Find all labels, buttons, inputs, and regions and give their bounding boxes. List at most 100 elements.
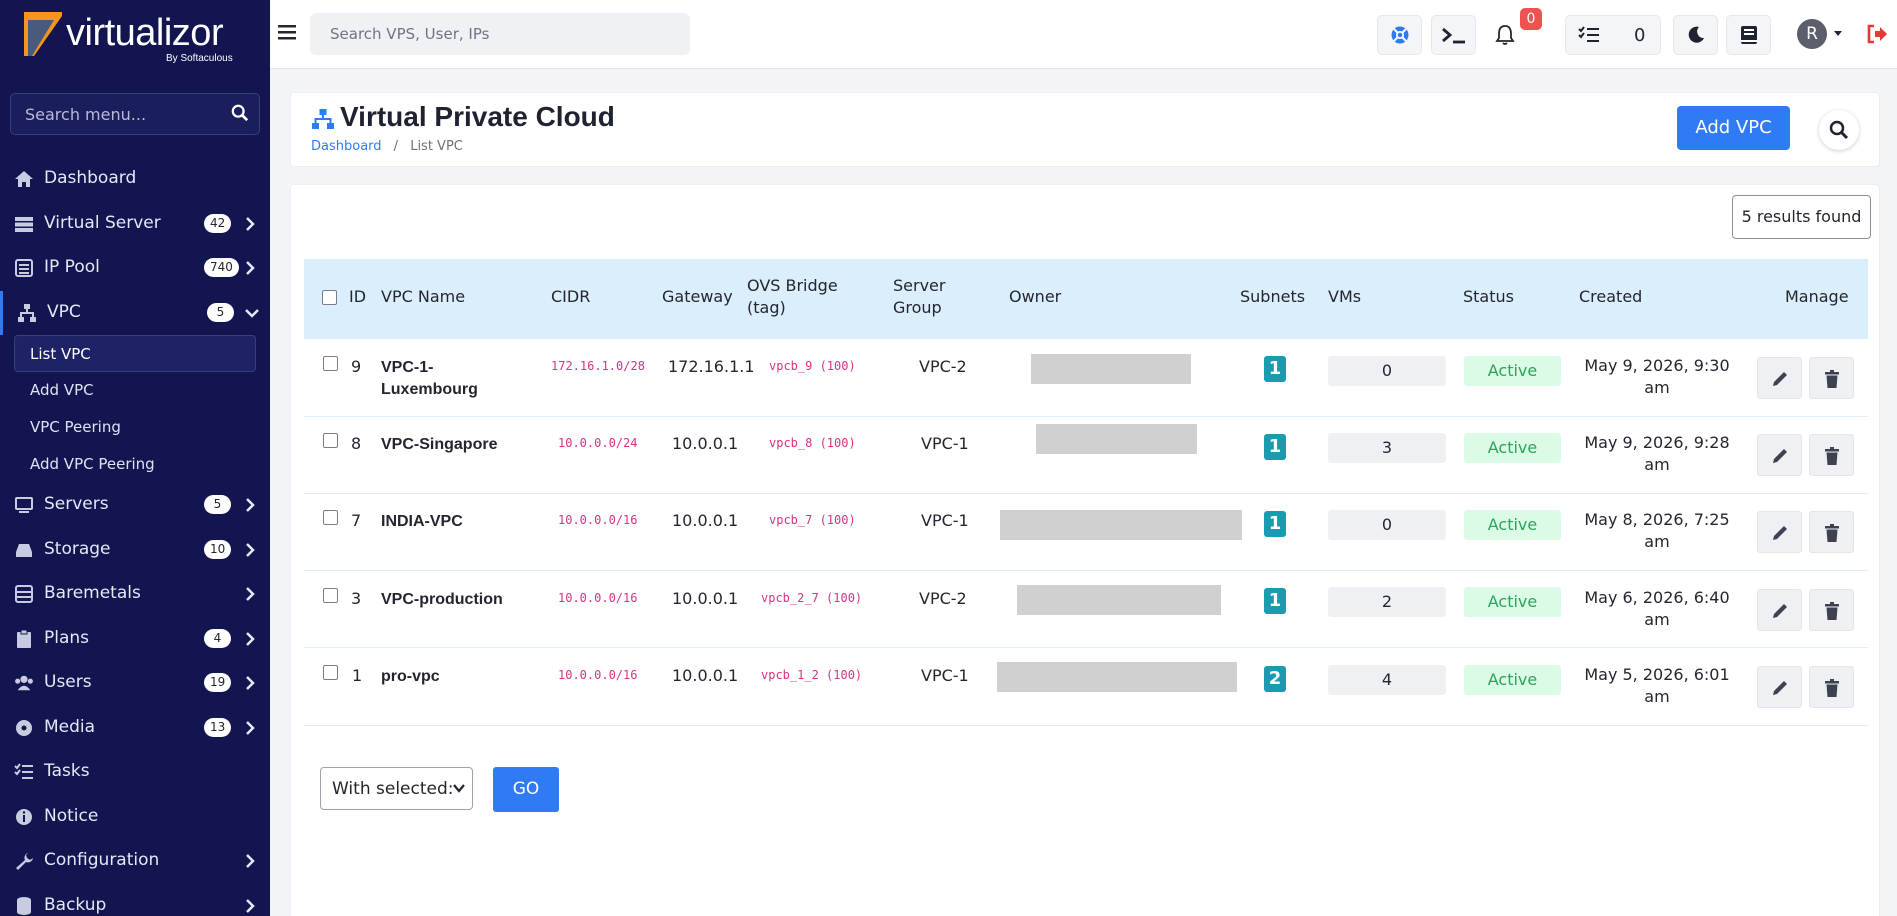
search-icon [231,104,249,122]
chevron-right-icon [246,898,255,913]
column-header-created[interactable]: Created [1579,286,1642,308]
logout-icon[interactable] [1866,24,1888,44]
vpc-name-line: pro-vpc [381,668,440,685]
terminal-icon [1442,27,1465,44]
vpc-name[interactable]: VPC-1- Luxembourg [381,357,478,401]
status-badge: Active [1464,433,1561,463]
sidebar-item-label: Dashboard [44,168,137,188]
sidebar-item-virtual-server[interactable]: Virtual Server 42 [0,202,270,247]
delete-button[interactable] [1809,357,1854,399]
ovs-bridge: vpcb_1_2 (100) [761,668,863,682]
subnets-badge: 1 [1264,356,1286,382]
caret-down-icon[interactable] [1834,31,1842,37]
server-group: VPC-2 [919,357,967,376]
sidebar-item-ip-pool[interactable]: IP Pool 740 [0,246,270,291]
sidebar-item-label: Baremetals [44,583,141,603]
column-header-cidr[interactable]: CIDR [551,286,590,308]
row-checkbox[interactable] [323,588,338,603]
sidebar-item-notice[interactable]: Notice [0,795,270,840]
column-header-id[interactable]: ID [349,286,366,308]
vpc-gateway: 172.16.1.1 [668,357,755,376]
edit-button[interactable] [1757,511,1802,553]
sidebar-item-label: Users [44,672,92,692]
logo-subtext: By Softaculous [166,53,233,64]
column-header-owner[interactable]: Owner [1009,286,1061,308]
vpc-cidr: 10.0.0.0/16 [558,591,638,605]
sidebar-subitem-add-vpc[interactable]: Add VPC [0,372,270,409]
vpc-cidr: 10.0.0.0/24 [558,436,638,450]
sidebar-item-media[interactable]: Media 13 [0,706,270,751]
sidebar-item-dashboard[interactable]: Dashboard [0,157,270,202]
sidebar-subitem-list-vpc[interactable]: List VPC [14,335,256,372]
column-header-status[interactable]: Status [1463,286,1514,308]
chevron-down-icon [245,308,259,318]
add-vpc-button[interactable]: Add VPC [1677,106,1790,150]
sidebar-subitem-add-vpc-peering[interactable]: Add VPC Peering [0,446,270,483]
hamburger-menu-icon[interactable] [278,24,296,40]
sidebar-item-plans[interactable]: Plans 4 [0,617,270,662]
sidebar-item-backup[interactable]: Backup [0,884,270,916]
sidebar-item-users[interactable]: Users 19 [0,661,270,706]
documentation-button[interactable] [1726,15,1771,55]
go-button[interactable]: GO [493,767,559,812]
bell-icon[interactable] [1495,24,1515,46]
sidebar-item-tasks[interactable]: Tasks [0,750,270,795]
server-stack-icon [15,216,33,232]
terminal-button[interactable] [1431,15,1476,55]
delete-button[interactable] [1809,589,1854,631]
row-checkbox[interactable] [323,510,338,525]
breadcrumb: Dashboard / List VPC [311,139,463,154]
virtualizor-logo[interactable]: virtualizor By Softaculous [24,10,254,64]
select-all-checkbox[interactable] [322,290,337,305]
delete-button[interactable] [1809,511,1854,553]
baremetal-icon [15,585,33,603]
column-header-vms[interactable]: VMs [1328,286,1361,308]
sidebar-item-storage[interactable]: Storage 10 [0,528,270,573]
column-header-gateway[interactable]: Gateway [662,286,733,308]
tasks-button[interactable]: 0 [1565,15,1661,55]
sidebar-item-servers[interactable]: Servers 5 [0,483,270,528]
edit-button[interactable] [1757,666,1802,708]
sidebar-item-baremetals[interactable]: Baremetals [0,572,270,617]
edit-button[interactable] [1757,434,1802,476]
delete-button[interactable] [1809,666,1854,708]
sidebar-item-vpc[interactable]: VPC 5 [0,290,270,335]
column-header-server-group[interactable]: Server Group [893,275,945,319]
column-header-manage: Manage [1785,287,1849,306]
dark-mode-toggle[interactable] [1673,15,1718,55]
global-search-input[interactable]: Search VPS, User, IPs [310,13,690,55]
vpc-name-line: VPC-Singapore [381,436,498,453]
help-button[interactable] [1377,15,1422,55]
sidebar-item-configuration[interactable]: Configuration [0,839,270,884]
edit-button[interactable] [1757,589,1802,631]
vpc-name-line: VPC-1- [381,359,434,376]
sidebar-item-label: Notice [44,805,99,826]
sidebar-subitem-vpc-peering[interactable]: VPC Peering [0,409,270,446]
row-checkbox[interactable] [323,356,338,371]
bulk-action-select[interactable]: With selected: [320,767,473,810]
row-checkbox[interactable] [323,433,338,448]
column-header-subnets[interactable]: Subnets [1240,286,1305,308]
edit-button[interactable] [1757,357,1802,399]
vpc-name[interactable]: pro-vpc [381,666,440,688]
row-checkbox[interactable] [323,665,338,680]
sidebar-item-label: Servers [44,494,109,514]
server-group: VPC-2 [919,589,967,608]
breadcrumb-dashboard-link[interactable]: Dashboard [311,139,382,154]
book-icon [1741,26,1757,44]
vpc-name[interactable]: VPC-production [381,589,503,611]
trash-icon [1825,370,1839,388]
network-icon [312,109,334,129]
vpc-name[interactable]: INDIA-VPC [381,511,463,533]
delete-button[interactable] [1809,434,1854,476]
user-avatar[interactable]: R [1797,19,1827,49]
column-header-vpc-name[interactable]: VPC Name [381,286,465,308]
vpc-name[interactable]: VPC-Singapore [381,434,497,456]
server-icon [15,497,33,513]
vpc-gateway: 10.0.0.1 [672,666,739,685]
sidebar-search-input[interactable]: Search menu... [10,93,260,135]
column-header-ovs-bridge[interactable]: OVS Bridge (tag) [747,275,838,319]
ovs-bridge: vpcb_8 (100) [769,436,856,450]
filter-search-button[interactable] [1819,110,1859,150]
trash-icon [1825,447,1839,465]
